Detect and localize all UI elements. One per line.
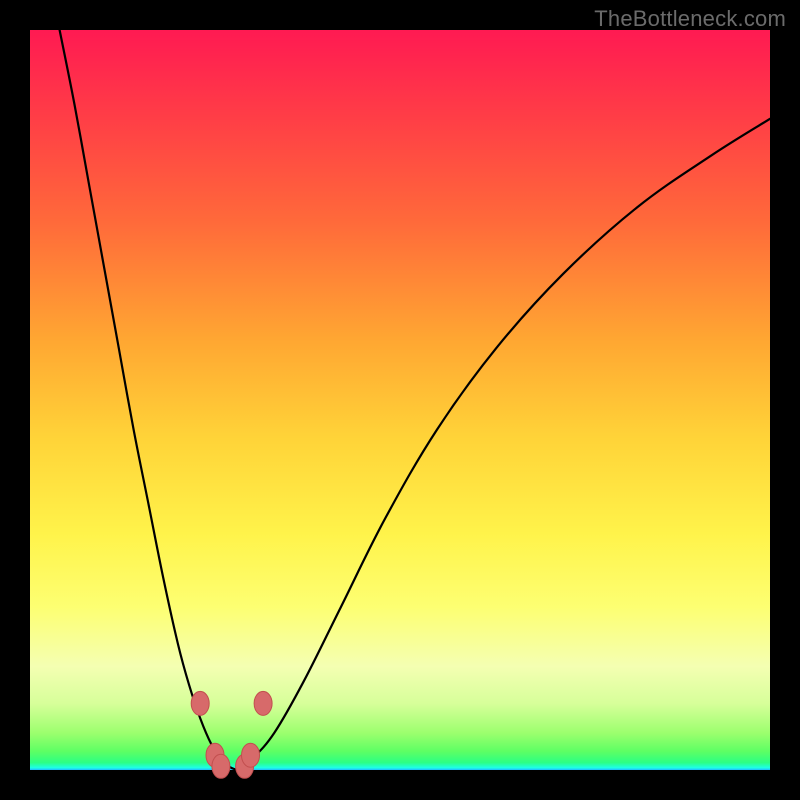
chart-plot-area (30, 30, 770, 770)
curve-right-branch (237, 119, 770, 770)
marker-group (191, 691, 272, 778)
marker-point-3 (212, 754, 230, 778)
watermark-text: TheBottleneck.com (594, 6, 786, 32)
marker-point-5 (242, 743, 260, 767)
chart-svg (30, 30, 770, 770)
marker-point-1 (254, 691, 272, 715)
marker-point-0 (191, 691, 209, 715)
curve-left-branch (60, 30, 238, 770)
